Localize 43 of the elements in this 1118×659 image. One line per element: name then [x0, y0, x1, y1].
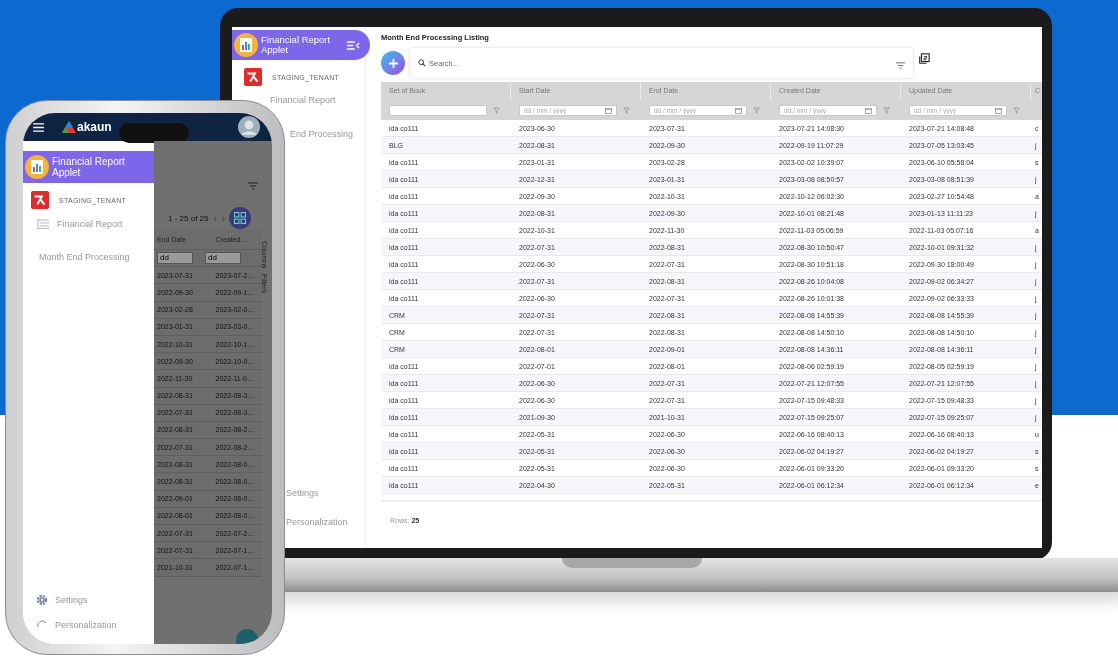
sidebar-item[interactable]: Personalization	[286, 517, 348, 527]
applet-title: Financial Report Applet	[261, 35, 332, 55]
add-button[interactable]	[381, 51, 405, 75]
funnel-icon[interactable]	[493, 106, 500, 114]
columns-icon[interactable]	[918, 53, 930, 65]
applet-title: Financial Report Applet	[52, 156, 126, 178]
menu-icon[interactable]	[33, 122, 44, 132]
drawer-item[interactable]: Personalization	[55, 620, 117, 630]
brand-name: akaun	[77, 120, 112, 134]
next-page-button[interactable]: ›	[221, 212, 226, 224]
avatar-icon[interactable]	[238, 116, 260, 138]
collapse-menu-icon[interactable]	[346, 39, 360, 51]
calendar-icon[interactable]	[865, 106, 872, 114]
calendar-icon[interactable]	[995, 106, 1002, 114]
date-field[interactable]: dd	[205, 252, 241, 265]
funnel-icon[interactable]	[753, 106, 760, 114]
sidebar-item[interactable]: Settings	[286, 488, 319, 498]
camera-notch	[119, 123, 189, 143]
sidebar-item[interactable]: Financial Report	[270, 95, 336, 105]
previous-page-button[interactable]: ‹	[213, 212, 217, 224]
pager-text: 1 - 25 of 25	[168, 213, 209, 223]
list-icon	[37, 219, 49, 229]
tenant-logo-icon	[244, 68, 262, 86]
search-icon	[418, 59, 426, 67]
report-icon	[234, 33, 258, 57]
funnel-icon[interactable]	[1013, 106, 1020, 114]
drawer-item[interactable]: Month End Processing	[39, 252, 154, 262]
date-field[interactable]: dd	[157, 252, 193, 265]
plus-icon	[387, 57, 399, 69]
funnel-icon[interactable]	[883, 106, 890, 114]
grid-icon[interactable]	[229, 207, 252, 229]
funnel-icon[interactable]	[623, 106, 630, 114]
filter-field[interactable]	[389, 104, 487, 116]
drawer-item[interactable]: Financial Report	[57, 219, 123, 229]
drawer-item[interactable]: Settings	[55, 595, 88, 605]
filter-icon[interactable]	[896, 61, 905, 69]
logo-icon	[62, 121, 76, 133]
report-icon	[25, 155, 49, 179]
tenant-logo-icon	[31, 191, 49, 209]
calendar-icon[interactable]	[735, 106, 742, 114]
settings-icon	[36, 594, 48, 606]
calendar-icon[interactable]	[605, 106, 612, 114]
sidebar-item[interactable]: End Processing	[290, 129, 354, 139]
